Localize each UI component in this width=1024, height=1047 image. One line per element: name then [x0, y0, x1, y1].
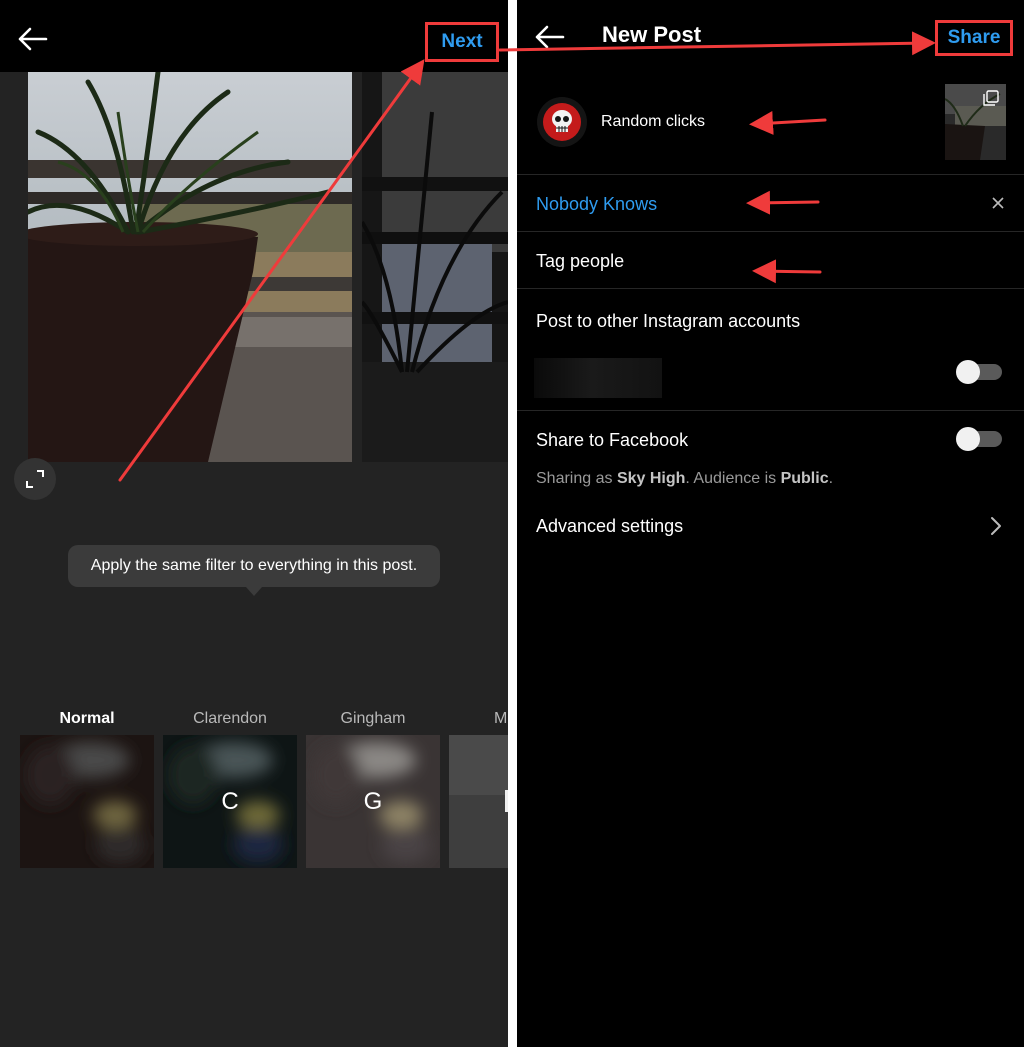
tooltip-arrow — [246, 587, 262, 596]
toggle-knob — [956, 360, 980, 384]
post-to-other-accounts-label: Post to other Instagram accounts — [536, 311, 801, 331]
post-photo-2[interactable] — [362, 72, 508, 462]
separator — [517, 288, 1024, 289]
advanced-settings-option[interactable]: Advanced settings — [536, 516, 683, 537]
filter-thumb-normal[interactable] — [20, 735, 154, 868]
filter-letter — [20, 735, 154, 868]
sharing-prefix: Sharing as — [536, 470, 617, 487]
sharing-audience-prefix: . Audience is — [685, 470, 781, 487]
post-photo-1[interactable] — [28, 72, 352, 462]
remove-location-button[interactable] — [987, 192, 1009, 214]
share-to-facebook-label: Share to Facebook — [536, 430, 689, 450]
advanced-settings-chevron[interactable] — [987, 515, 1005, 537]
other-account-entry — [534, 358, 662, 398]
filter-label-next: M — [494, 710, 508, 727]
separator — [517, 231, 1024, 232]
sharing-account-name: Sky High — [616, 470, 686, 487]
toggle-knob — [956, 427, 980, 451]
separator — [517, 174, 1024, 175]
post-thumbnail[interactable] — [945, 84, 1006, 160]
expand-icon — [26, 470, 44, 488]
page-title: New Post — [602, 22, 702, 47]
sharing-audience: Public — [780, 470, 829, 487]
avatar[interactable] — [537, 97, 587, 147]
back-arrow-icon — [18, 27, 48, 51]
close-icon — [992, 197, 1004, 209]
sharing-suffix: . — [828, 470, 834, 487]
filter-thumb-clarendon[interactable]: C — [163, 735, 297, 868]
top-bar: Next — [0, 0, 508, 72]
filter-screen: Next Apply the same filter to everything… — [0, 0, 508, 1047]
expand-button[interactable] — [14, 458, 56, 500]
filter-label-normal: Normal — [59, 710, 115, 727]
filter-label-gingham: Gingham — [340, 710, 406, 727]
back-button[interactable] — [530, 17, 570, 57]
chevron-right-icon — [991, 517, 1001, 535]
filter-thumb-gingham[interactable]: G — [306, 735, 440, 868]
back-button[interactable] — [13, 19, 53, 59]
filter-letter: G — [363, 787, 383, 815]
tag-people-option[interactable]: Tag people — [536, 251, 624, 272]
back-arrow-icon — [535, 25, 565, 49]
filter-label-clarendon: Clarendon — [193, 710, 267, 727]
separator — [517, 410, 1024, 411]
filter-letter: C — [221, 787, 239, 815]
sharing-info: Sharing as Sky High. Audience is Public. — [536, 470, 833, 488]
other-account-toggle[interactable] — [956, 360, 1002, 384]
facebook-toggle[interactable] — [956, 427, 1002, 451]
panel-divider — [508, 0, 517, 1047]
share-button[interactable]: Share — [935, 20, 1013, 56]
caption-text[interactable]: Random clicks — [601, 113, 705, 131]
filter-tooltip: Apply the same filter to everything in t… — [68, 545, 440, 587]
next-button[interactable]: Next — [425, 22, 499, 62]
new-post-screen: New Post Share Random clicks Nobody Know… — [517, 0, 1024, 1047]
location-tag[interactable]: Nobody Knows — [536, 194, 657, 215]
filter-thumb-next[interactable] — [449, 735, 508, 868]
